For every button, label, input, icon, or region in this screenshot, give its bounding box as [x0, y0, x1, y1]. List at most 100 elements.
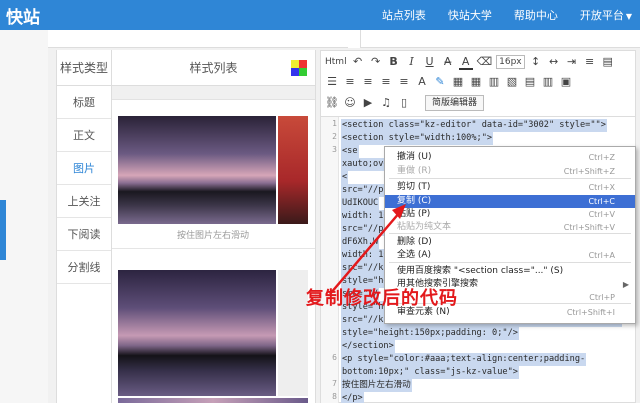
menu-item-shortcut: Ctrl+A: [588, 251, 615, 260]
align-center-icon[interactable]: ≡: [361, 74, 375, 90]
align-right-icon[interactable]: ≡: [379, 74, 393, 90]
top-bar: 快站 站点列表 快站大学 帮助中心 开放平台 ▼: [0, 0, 640, 30]
italic-button[interactable]: I: [405, 54, 419, 70]
video-icon[interactable]: ▶: [361, 95, 375, 111]
align-left-icon[interactable]: ≡: [343, 74, 357, 90]
type-item-title[interactable]: 标题: [57, 86, 111, 119]
list-scroll-top: [112, 86, 315, 100]
column-icon[interactable]: ▥: [541, 74, 555, 90]
image-icon[interactable]: ▣: [559, 74, 573, 90]
split-icon[interactable]: ▧: [505, 74, 519, 90]
style-sample-image-next[interactable]: [278, 116, 308, 224]
side-accent-bar: [0, 200, 6, 260]
mobile-icon[interactable]: ▯: [397, 95, 411, 111]
chevron-down-icon: ▼: [625, 12, 632, 21]
grid-icon[interactable]: ▦: [469, 74, 483, 90]
code-line: bottom:10px;" class="js-kz-value">: [341, 366, 519, 379]
row-icon[interactable]: ▤: [523, 74, 537, 90]
format-icon[interactable]: ▤: [601, 54, 615, 70]
menu-item-shortcut: Ctrl+X: [588, 183, 615, 192]
code-line: <section style="width:100%;">: [341, 132, 494, 145]
menu-item-label: 重做 (R): [397, 166, 432, 176]
undo-icon[interactable]: ↶: [351, 54, 365, 70]
menu-item-label: 复制 (C): [397, 196, 432, 206]
clear-format-icon[interactable]: A: [415, 74, 429, 90]
top-nav: 站点列表 快站大学 帮助中心 开放平台 ▼: [382, 0, 632, 30]
style-list-panel: 样式列表 按住图片左右滑动: [112, 50, 316, 403]
context-menu-item[interactable]: 全选 (A) Ctrl+A: [385, 249, 635, 262]
list-icon[interactable]: ☰: [325, 74, 339, 90]
menu-item-label: 全选 (A): [397, 250, 432, 260]
code-line: <p style="color:#aaa;text-align:center;p…: [341, 353, 587, 366]
menu-separator: [389, 262, 631, 263]
context-menu-item[interactable]: 粘贴 (P) Ctrl+V: [385, 208, 635, 221]
menu-item-label: 使用百度搜索 "<section class="..." (S): [397, 266, 564, 276]
color-palette-icon[interactable]: [291, 60, 307, 76]
emoji-icon[interactable]: ☺: [343, 95, 357, 111]
menu-item-label: 删除 (D): [397, 237, 432, 247]
merge-icon[interactable]: ▥: [487, 74, 501, 90]
panel-top-area: [48, 30, 640, 48]
menu-separator: [389, 178, 631, 179]
simple-editor-button[interactable]: 简版编辑器: [425, 95, 485, 111]
menu-item-label: 粘贴为纯文本: [397, 222, 452, 232]
style-sample-caption: 按住图片左右滑动: [176, 231, 249, 241]
type-item-image[interactable]: 图片: [57, 152, 111, 185]
type-item-divider[interactable]: 分割线: [57, 251, 111, 284]
code-line: style="height:150px;padding: 0;"/>: [341, 327, 519, 340]
code-line: </p>: [341, 392, 364, 403]
context-menu-item[interactable]: 使用百度搜索 "<section class="..." (S): [385, 265, 635, 278]
microphone-icon[interactable]: ♫: [379, 95, 393, 111]
type-item-follow[interactable]: 上关注: [57, 185, 111, 218]
font-size-select[interactable]: 16px: [496, 55, 525, 69]
style-sample-image-3[interactable]: [118, 398, 308, 403]
strikethrough-button[interactable]: A̶: [441, 54, 455, 70]
context-menu-item[interactable]: 删除 (D): [385, 236, 635, 249]
link-icon[interactable]: ⛓: [325, 95, 339, 111]
nav-help-center[interactable]: 帮助中心: [514, 7, 558, 23]
code-line: <: [341, 171, 349, 184]
line-number: 8: [332, 392, 337, 401]
bold-button[interactable]: B: [387, 54, 401, 70]
paragraph-icon[interactable]: ≡: [583, 54, 597, 70]
context-menu-item[interactable]: 复制 (C) Ctrl+C: [385, 195, 635, 208]
logo[interactable]: 快站: [6, 3, 40, 28]
redo-icon[interactable]: ↷: [369, 54, 383, 70]
nav-site-list[interactable]: 站点列表: [382, 7, 426, 23]
code-line: src="//kz: [341, 262, 390, 275]
type-item-body[interactable]: 正文: [57, 119, 111, 152]
underline-button[interactable]: U: [423, 54, 437, 70]
style-types-title: 样式类型: [57, 50, 111, 86]
menu-item-label: 撤消 (U): [397, 152, 432, 162]
html-source-button[interactable]: Html: [325, 54, 347, 70]
menu-item-label: 剪切 (T): [397, 182, 431, 192]
line-number: 7: [332, 379, 337, 388]
nav-open-platform[interactable]: 开放平台 ▼: [580, 7, 632, 23]
style-list-header: 样式列表: [112, 50, 315, 86]
submenu-arrow-icon: ▶: [622, 280, 629, 289]
menu-item-shortcut: Ctrl+Shift+Z: [563, 167, 615, 176]
menu-item-shortcut: Ctrl+C: [588, 197, 615, 206]
context-menu-item[interactable]: 粘贴为纯文本 Ctrl+Shift+V: [385, 221, 635, 234]
context-menu-item[interactable]: 剪切 (T) Ctrl+X: [385, 181, 635, 194]
format-painter-icon[interactable]: ✎: [433, 74, 447, 90]
nav-kuaizhan-university[interactable]: 快站大学: [448, 7, 492, 23]
background-color-icon[interactable]: ⌫: [477, 54, 493, 70]
code-line: 按住图片左右滑动: [341, 379, 412, 392]
indent-icon[interactable]: ⇥: [565, 54, 579, 70]
context-menu-item[interactable]: 撤消 (U) Ctrl+Z: [385, 151, 635, 164]
style-sample-image[interactable]: [118, 116, 276, 224]
type-item-read[interactable]: 下阅读: [57, 218, 111, 251]
style-sample-image-2[interactable]: [118, 270, 276, 396]
align-justify-icon[interactable]: ≡: [397, 74, 411, 90]
letter-spacing-icon[interactable]: ↔: [547, 54, 561, 70]
line-height-icon[interactable]: ↕: [529, 54, 543, 70]
style-sample-image-2-next[interactable]: [278, 270, 308, 396]
code-line: xauto;ove: [341, 158, 390, 171]
table-icon[interactable]: ▦: [451, 74, 465, 90]
code-line: width: 10: [341, 210, 390, 223]
font-color-button[interactable]: A: [458, 54, 473, 70]
code-line: src="//pi: [341, 184, 390, 197]
code-line: <section class="kz-editor" data-id="3002…: [341, 119, 607, 132]
context-menu-item[interactable]: 重做 (R) Ctrl+Shift+Z: [385, 165, 635, 178]
